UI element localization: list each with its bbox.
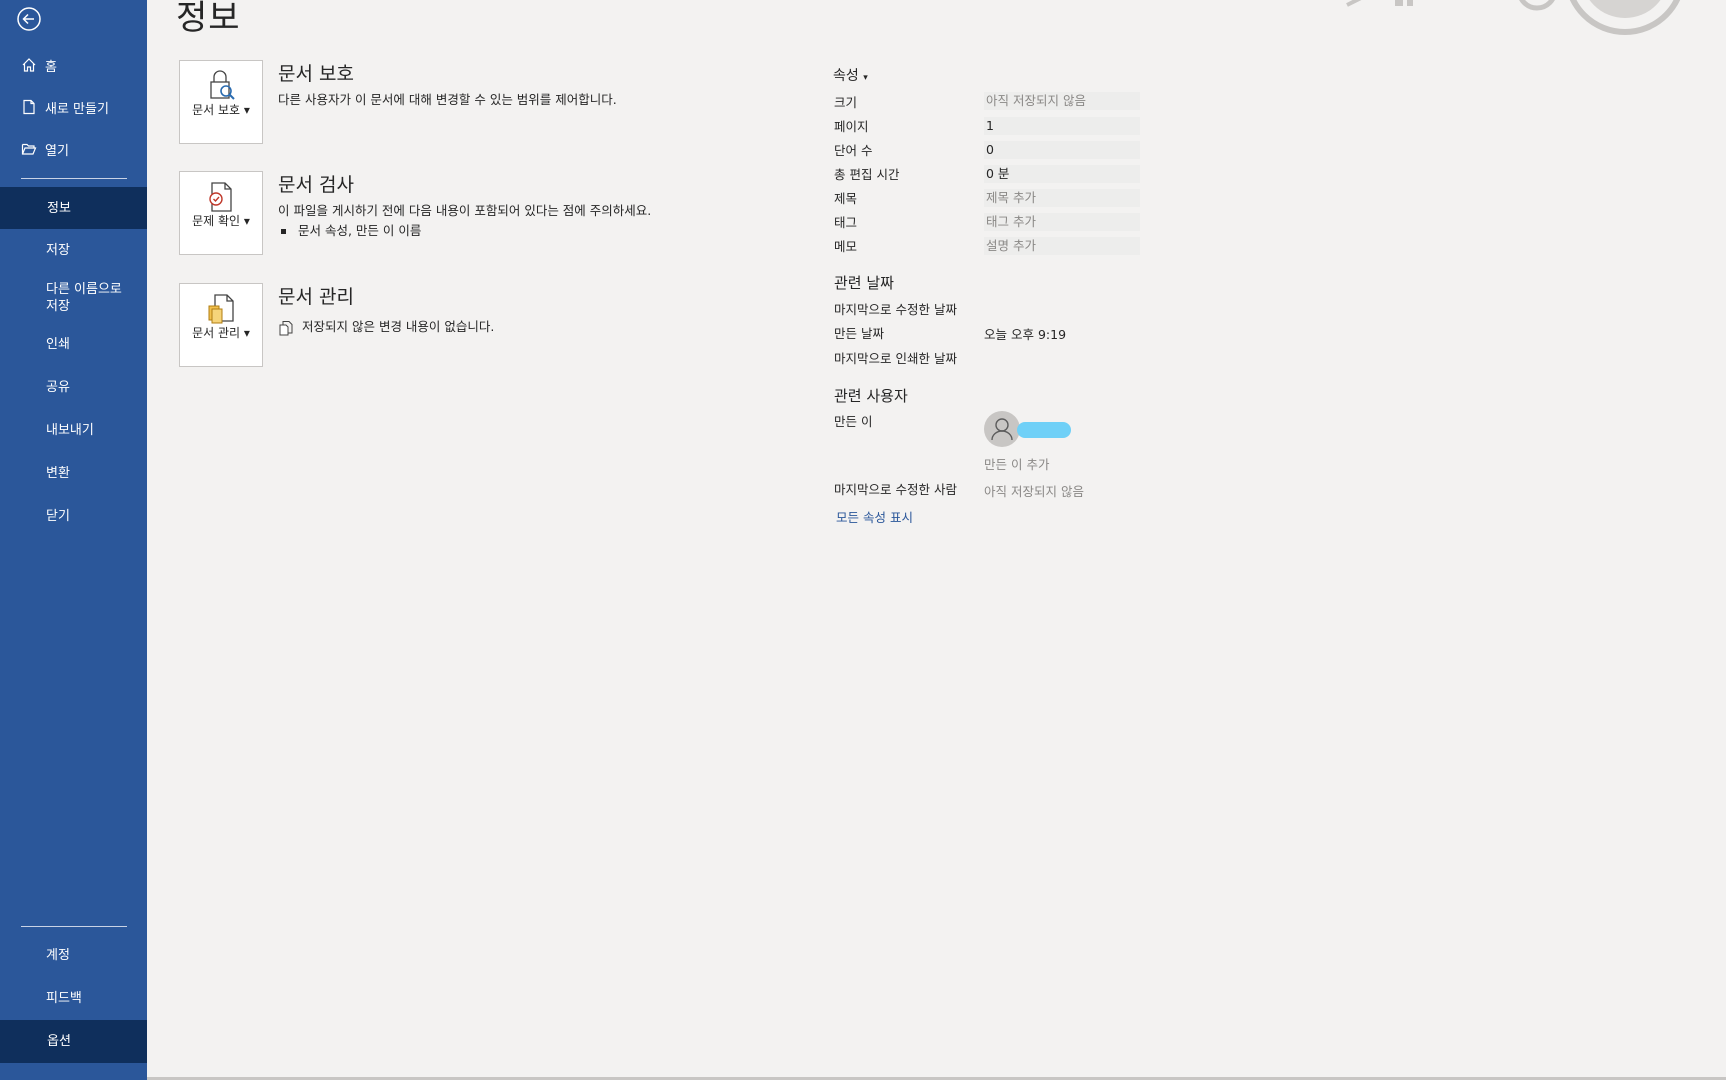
nav-new[interactable]: 새로 만들기 <box>0 86 147 128</box>
manage-document-button[interactable]: 문서 관리 ▾ <box>179 283 263 367</box>
back-arrow-icon <box>17 7 41 31</box>
nav-info-label: 정보 <box>47 200 71 216</box>
date-label-last-modified: 마지막으로 수정한 날짜 <box>834 302 957 317</box>
nav-info[interactable]: 정보 <box>0 187 147 229</box>
backstage-sidebar: 홈 새로 만들기 열기 정보 저장 다른 이름으로 저장 인쇄 공유 내보내기 … <box>0 0 147 1080</box>
sidebar-top-items: 홈 새로 만들기 열기 <box>0 44 147 170</box>
page-title: 정보 <box>176 0 241 38</box>
properties-dropdown[interactable]: 속성 ▾ <box>833 65 868 85</box>
manage-section-description: 저장되지 않은 변경 내용이 없습니다. <box>278 316 494 336</box>
date-label-created: 만든 날짜 <box>834 326 884 341</box>
nav-save[interactable]: 저장 <box>0 229 147 272</box>
person-icon <box>991 418 1013 441</box>
prop-label-tags: 태그 <box>834 215 858 230</box>
nav-account[interactable]: 계정 <box>0 934 147 977</box>
nav-open-label: 열기 <box>45 143 69 159</box>
back-button[interactable] <box>16 6 42 32</box>
sidebar-main-items: 정보 저장 다른 이름으로 저장 인쇄 공유 내보내기 변환 닫기 <box>0 187 147 538</box>
nav-save-label: 저장 <box>46 243 70 258</box>
nav-share[interactable]: 공유 <box>0 366 147 409</box>
protect-section-title: 문서 보호 <box>278 63 354 85</box>
nav-transform[interactable]: 변환 <box>0 452 147 495</box>
prop-value-word-count: 0 <box>984 141 1140 159</box>
prop-label-size: 크기 <box>834 95 858 110</box>
last-modified-by-value: 아직 저장되지 않음 <box>984 484 1084 499</box>
nav-export-label: 내보내기 <box>46 423 94 438</box>
date-label-last-printed: 마지막으로 인쇄한 날짜 <box>834 351 957 366</box>
prop-value-edit-time: 0 분 <box>984 165 1140 183</box>
last-modified-by-label: 마지막으로 수정한 사람 <box>834 482 957 497</box>
date-value-created: 오늘 오후 9:19 <box>984 327 1067 342</box>
nav-export[interactable]: 내보내기 <box>0 409 147 452</box>
prop-label-edit-time: 총 편집 시간 <box>834 167 900 182</box>
prop-title-input[interactable]: 제목 추가 <box>984 189 1140 207</box>
show-all-properties-link[interactable]: 모든 속성 표시 <box>836 507 913 526</box>
prop-tags-input[interactable]: 태그 추가 <box>984 213 1140 231</box>
nav-share-label: 공유 <box>46 380 70 395</box>
home-icon <box>20 56 38 74</box>
nav-save-as-label: 다른 이름으로 저장 <box>46 281 122 314</box>
related-people-heading: 관련 사용자 <box>834 387 908 405</box>
nav-print-label: 인쇄 <box>46 337 70 352</box>
add-author-link[interactable]: 만든 이 추가 <box>984 454 1140 473</box>
related-dates-heading: 관련 날짜 <box>834 274 894 292</box>
protect-section-description: 다른 사용자가 이 문서에 대해 변경할 수 있는 범위를 제어합니다. <box>278 92 617 107</box>
new-document-icon <box>20 98 38 116</box>
check-issues-button-label: 문제 확인 ▾ <box>192 214 250 228</box>
nav-close-label: 닫기 <box>46 509 70 524</box>
nav-close[interactable]: 닫기 <box>0 495 147 538</box>
nav-options-label: 옵션 <box>47 1034 71 1049</box>
manage-document-button-label: 문서 관리 ▾ <box>192 326 250 340</box>
nav-options[interactable]: 옵션 <box>0 1020 147 1063</box>
chevron-down-icon: ▾ <box>863 73 868 83</box>
nav-new-label: 새로 만들기 <box>45 101 109 117</box>
check-issues-button[interactable]: 문제 확인 ▾ <box>179 171 263 255</box>
prop-label-word-count: 단어 수 <box>834 143 873 158</box>
prop-value-pages: 1 <box>984 117 1140 135</box>
prop-label-comments: 메모 <box>834 239 858 254</box>
prop-comments-input[interactable]: 설명 추가 <box>984 237 1140 255</box>
inspect-section-description: 이 파일을 게시하기 전에 다음 내용이 포함되어 있다는 점에 주의하세요. <box>278 203 652 218</box>
nav-divider-bottom <box>21 926 127 927</box>
inspect-bullet-item: 문서 속성, 만든 이 이름 <box>281 220 421 239</box>
nav-transform-label: 변환 <box>46 466 70 481</box>
author-name-redacted <box>1017 422 1071 438</box>
open-folder-icon <box>20 140 38 158</box>
header-decoration-graphic <box>1346 0 1681 35</box>
nav-print[interactable]: 인쇄 <box>0 323 147 366</box>
nav-feedback[interactable]: 피드백 <box>0 977 147 1020</box>
author-avatar[interactable] <box>984 411 1020 447</box>
bullet-square-icon <box>281 229 286 234</box>
document-versions-icon <box>279 320 293 335</box>
protect-document-button[interactable]: 문서 보호 ▾ <box>179 60 263 144</box>
sidebar-bottom-items: 계정 피드백 옵션 <box>0 934 147 1063</box>
nav-home-label: 홈 <box>45 59 57 75</box>
protect-document-button-label: 문서 보호 ▾ <box>192 103 250 117</box>
info-panel: 정보 문서 보호 ▾ 문서 보호 다른 사용자가 이 문서에 대해 변경할 수 … <box>147 0 1726 1080</box>
nav-feedback-label: 피드백 <box>46 991 82 1006</box>
prop-label-title: 제목 <box>834 191 858 206</box>
manage-section-title: 문서 관리 <box>278 286 354 308</box>
manage-document-icon <box>208 294 234 324</box>
author-label: 만든 이 <box>834 414 873 429</box>
nav-home[interactable]: 홈 <box>0 44 147 86</box>
lock-document-icon <box>210 70 235 100</box>
inspect-section-title: 문서 검사 <box>278 174 354 196</box>
nav-open[interactable]: 열기 <box>0 128 147 170</box>
prop-value-size: 아직 저장되지 않음 <box>984 92 1140 110</box>
nav-divider <box>21 178 127 179</box>
prop-label-pages: 페이지 <box>834 119 869 134</box>
nav-account-label: 계정 <box>46 948 70 963</box>
nav-save-as[interactable]: 다른 이름으로 저장 <box>0 272 147 323</box>
check-document-icon <box>209 182 232 212</box>
